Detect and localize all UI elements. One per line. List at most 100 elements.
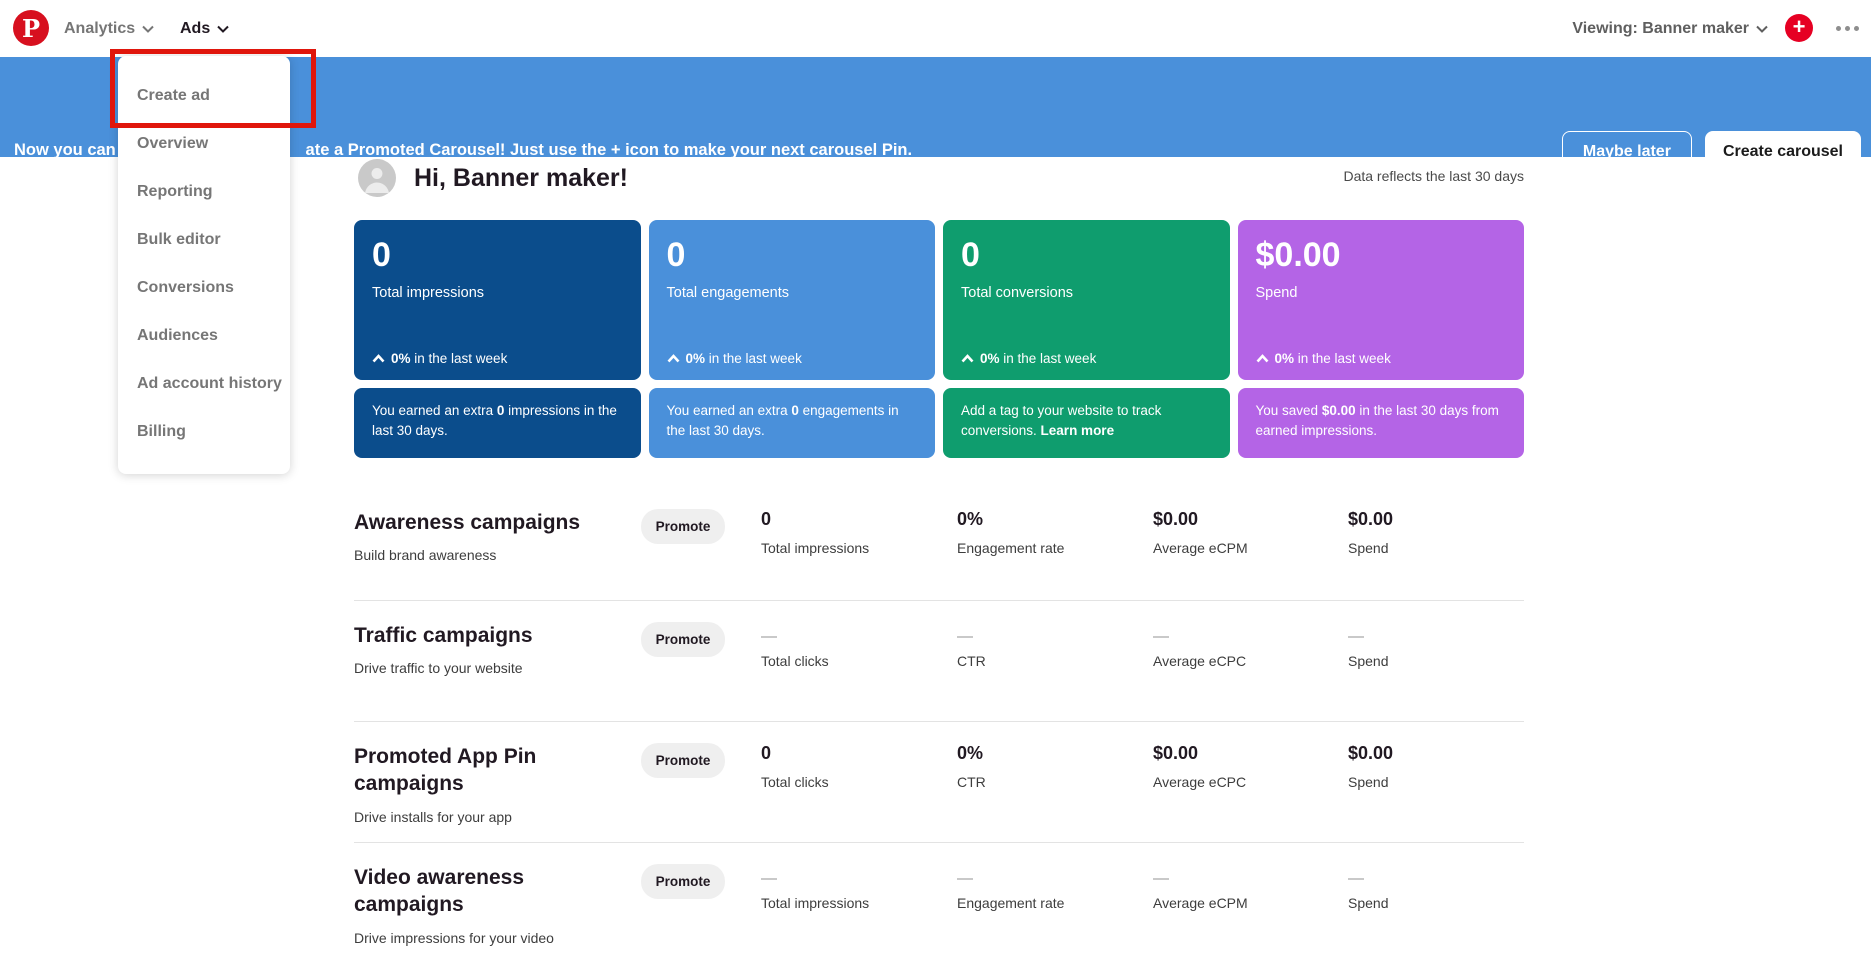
ads-menu-trigger[interactable]: Ads [180, 0, 229, 57]
chevron-down-icon [217, 25, 229, 33]
more-options-icon[interactable] [1830, 20, 1865, 37]
campaign-stat: Average eCPC [1153, 622, 1333, 669]
person-icon [365, 168, 389, 193]
promote-button[interactable]: Promote [641, 622, 725, 657]
campaign-stat: 0% CTR [957, 743, 986, 790]
data-range-note: Data reflects the last 30 days [1343, 168, 1524, 184]
conversions-label: Total conversions [961, 285, 1074, 302]
campaign-stat: Spend [1348, 864, 1528, 911]
spend-value: $0.00 [1255, 236, 1341, 274]
plus-icon[interactable] [1785, 14, 1813, 42]
promote-button[interactable]: Promote [641, 743, 725, 778]
campaign-stat: 0% Engagement rate [957, 509, 1065, 556]
engagements-card: 0 Total engagements 0% in the last week [648, 220, 935, 380]
impressions-label: Total impressions [372, 285, 485, 302]
menu-item-create-ad[interactable]: Create ad [118, 72, 290, 120]
campaign-stat: Total clicks [761, 622, 941, 669]
create-carousel-button[interactable]: Create carousel [1704, 131, 1861, 173]
campaign-title: Awareness campaigns [354, 511, 581, 534]
empty-value-dash [957, 878, 973, 880]
promoted-app-pin-campaigns-row: Promoted App Pin campaigns Drive install… [354, 721, 1524, 842]
campaign-stat: Total impressions [761, 864, 941, 911]
menu-item-overview[interactable]: Overview [118, 120, 290, 168]
campaign-stat: Spend [1348, 622, 1528, 669]
campaigns-list: Awareness campaigns Build brand awarenes… [354, 479, 1524, 963]
engagements-label: Total engagements [666, 285, 790, 302]
caret-up-icon [372, 354, 385, 363]
campaign-stat: $0.00 Spend [1348, 743, 1394, 790]
engagements-value: 0 [666, 236, 686, 274]
banner-text-right: ate a Promoted Carousel! Just use the + … [305, 141, 913, 159]
awareness-campaigns-row: Awareness campaigns Build brand awarenes… [354, 479, 1524, 600]
traffic-campaigns-row: Traffic campaigns Drive traffic to your … [354, 600, 1524, 721]
banner-actions: Maybe later Create carousel [1561, 131, 1861, 173]
empty-value-dash [761, 636, 777, 638]
top-nav: P Analytics Ads Viewing: Banner maker [0, 0, 1871, 57]
campaign-title: Promoted App Pin campaigns [354, 745, 537, 796]
viewing-account-label: Viewing: Banner maker [1572, 19, 1749, 37]
summary-cards-row: 0 Total impressions 0% in the last week … [354, 220, 1524, 380]
banner-text-left: Now you can a [14, 141, 130, 159]
greeting-header: Hi, Banner maker! [358, 159, 628, 197]
caret-up-icon [1256, 354, 1268, 363]
impressions-footnote: You earned an extra 0 impressions in the… [354, 388, 641, 458]
spend-label: Spend [1255, 285, 1298, 302]
campaign-stat: Average eCPM [1153, 864, 1333, 911]
campaign-stat: Engagement rate [957, 864, 1137, 911]
video-awareness-campaigns-row: Video awareness campaigns Drive impressi… [354, 842, 1524, 963]
caret-up-icon [961, 354, 974, 363]
menu-item-ad-account-history[interactable]: Ad account history [118, 360, 290, 408]
chevron-down-icon [142, 25, 154, 33]
empty-value-dash [761, 878, 777, 880]
pinterest-logo-icon[interactable]: P [13, 10, 49, 46]
chevron-down-icon [1756, 25, 1768, 33]
conversions-trend: 0% in the last week [961, 351, 1212, 366]
impressions-value: 0 [372, 236, 391, 274]
campaign-subtitle: Drive traffic to your website [354, 660, 523, 677]
empty-value-dash [957, 636, 973, 638]
maybe-later-button[interactable]: Maybe later [1561, 131, 1692, 173]
campaign-stat: $0.00 Average eCPM [1153, 509, 1248, 556]
impressions-trend: 0% in the last week [372, 351, 623, 366]
campaign-subtitle: Drive impressions for your video [354, 929, 554, 946]
campaign-stat: 0 Total clicks [761, 743, 829, 790]
empty-value-dash [1348, 878, 1364, 880]
menu-item-reporting[interactable]: Reporting [118, 168, 290, 216]
analytics-menu-label: Analytics [64, 19, 136, 37]
analytics-menu-trigger[interactable]: Analytics [64, 0, 154, 57]
campaign-stat: $0.00 Spend [1348, 509, 1394, 556]
empty-value-dash [1348, 636, 1364, 638]
campaign-stat: $0.00 Average eCPC [1153, 743, 1247, 790]
spend-card: $0.00 Spend 0% in the last week [1237, 220, 1524, 380]
campaign-subtitle: Drive installs for your app [354, 808, 512, 825]
conversions-value: 0 [961, 236, 980, 274]
empty-value-dash [1153, 878, 1169, 880]
promote-button[interactable]: Promote [641, 864, 725, 899]
campaign-title: Video awareness campaigns [354, 866, 525, 917]
account-switcher[interactable]: Viewing: Banner maker [1572, 0, 1768, 57]
campaign-title: Traffic campaigns [354, 624, 533, 647]
ads-dropdown-menu: Create ad Overview Reporting Bulk editor… [118, 56, 290, 474]
campaign-stat: CTR [957, 622, 1137, 669]
empty-value-dash [1153, 636, 1169, 638]
campaign-subtitle: Build brand awareness [354, 547, 497, 564]
promote-button[interactable]: Promote [641, 509, 725, 544]
engagements-footnote: You earned an extra 0 engagements in the… [648, 388, 935, 458]
impressions-card: 0 Total impressions 0% in the last week [354, 220, 641, 380]
menu-item-billing[interactable]: Billing [118, 408, 290, 456]
caret-up-icon [667, 354, 679, 363]
menu-item-conversions[interactable]: Conversions [118, 264, 290, 312]
conversions-footnote: Add a tag to your website to track conve… [943, 388, 1230, 458]
campaign-stat: 0 Total impressions [761, 509, 870, 556]
spend-trend: 0% in the last week [1256, 351, 1507, 366]
ads-menu-label: Ads [180, 19, 211, 37]
engagements-trend: 0% in the last week [667, 351, 918, 366]
summary-footnotes-row: You earned an extra 0 impressions in the… [354, 388, 1524, 458]
avatar [358, 159, 396, 197]
menu-item-bulk-editor[interactable]: Bulk editor [118, 216, 290, 264]
menu-item-audiences[interactable]: Audiences [118, 312, 290, 360]
page-title: Hi, Banner maker! [414, 163, 628, 192]
conversions-card: 0 Total conversions 0% in the last week [943, 220, 1230, 380]
spend-footnote: You saved $0.00 in the last 30 days from… [1237, 388, 1524, 458]
learn-more-link[interactable]: Learn more [1041, 423, 1115, 438]
